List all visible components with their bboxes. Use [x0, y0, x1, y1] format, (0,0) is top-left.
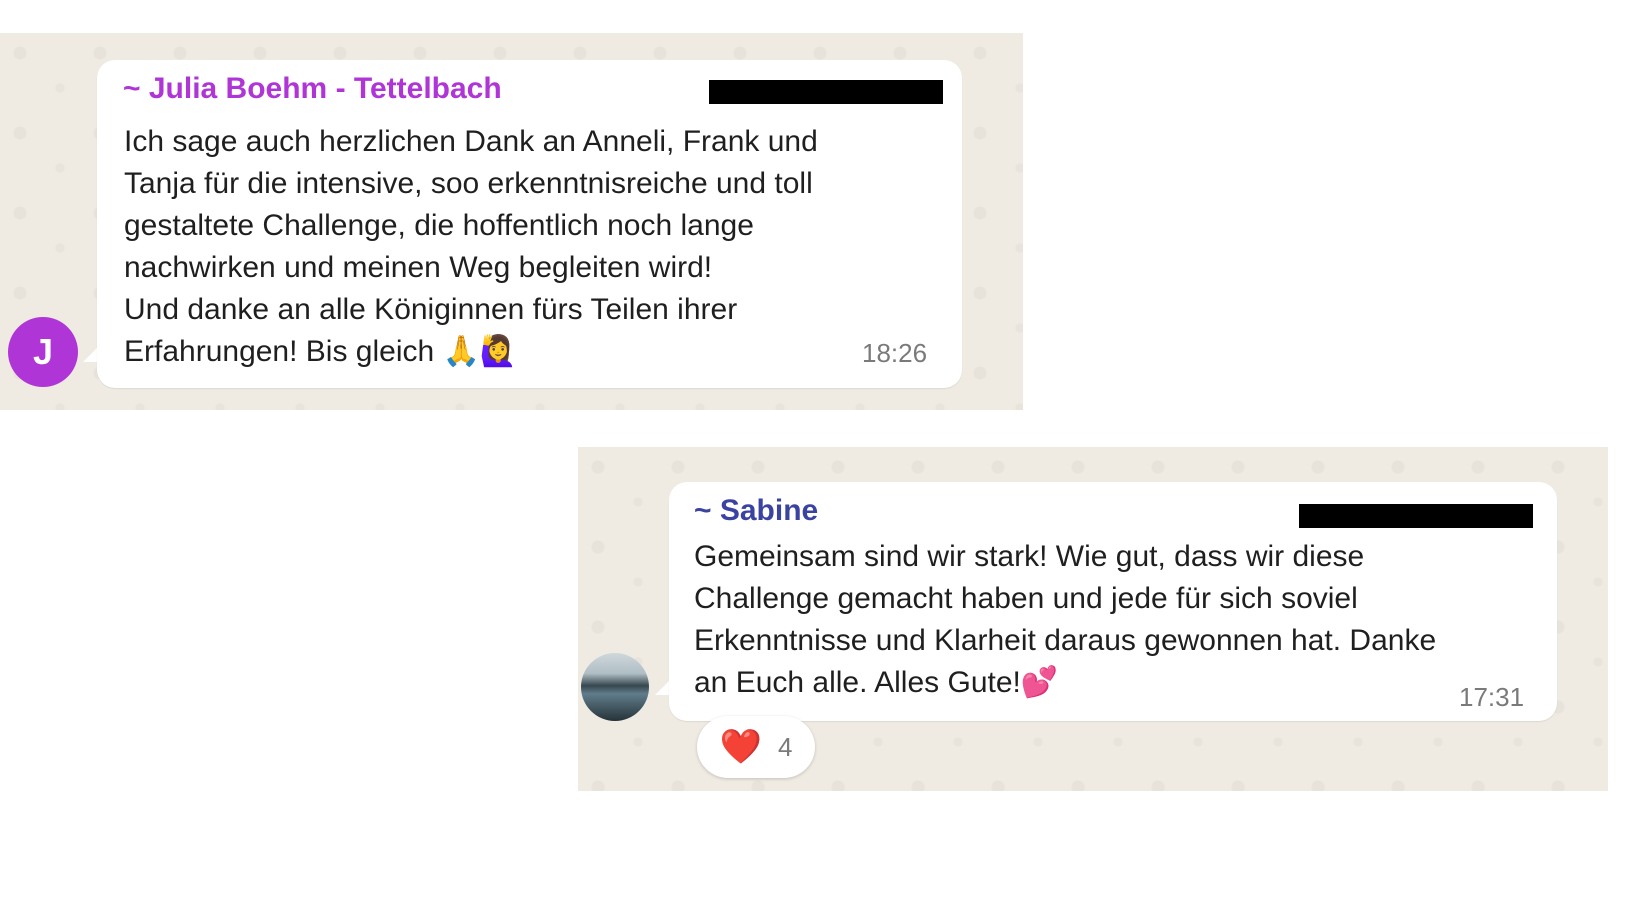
- message-line: Gemeinsam sind wir stark! Wie gut, dass …: [694, 540, 1365, 573]
- message-bubble[interactable]: ~ Sabine Gemeinsam sind wir stark! Wie g…: [669, 482, 1557, 721]
- heart-icon: ❤️: [719, 727, 762, 767]
- message-text: Ich sage auch herzlichen Dank an Anneli,…: [124, 121, 818, 373]
- redacted-phone-number: [1299, 504, 1533, 528]
- chat-panel-sabine: ~ Sabine Gemeinsam sind wir stark! Wie g…: [578, 447, 1608, 791]
- message-text: Gemeinsam sind wir stark! Wie gut, dass …: [694, 536, 1436, 704]
- message-timestamp: 17:31: [1459, 682, 1525, 712]
- message-line: Und danke an alle Königinnen fürs Teilen…: [124, 293, 738, 326]
- message-line: nachwirken und meinen Weg begleiten wird…: [124, 251, 713, 284]
- message-line: Tanja für die intensive, soo erkenntnisr…: [124, 167, 813, 200]
- message-line: Challenge gemacht haben und jede für sic…: [694, 582, 1358, 615]
- sender-name[interactable]: ~ Sabine: [694, 494, 818, 528]
- chat-panel-julia: J ~ Julia Boehm - Tettelbach Ich sage au…: [0, 33, 1023, 410]
- message-line: gestaltete Challenge, die hoffentlich no…: [124, 209, 754, 242]
- message-line: an Euch alle. Alles Gute!💕: [694, 666, 1059, 699]
- message-line: Erkenntnisse und Klarheit daraus gewonne…: [694, 624, 1437, 657]
- message-line: Erfahrungen! Bis gleich 🙏🙋‍♀️: [124, 335, 518, 368]
- avatar[interactable]: [581, 653, 649, 721]
- message-bubble[interactable]: ~ Julia Boehm - Tettelbach Ich sage auch…: [97, 60, 962, 388]
- reaction-badge[interactable]: ❤️ 4: [697, 716, 815, 778]
- avatar[interactable]: J: [8, 317, 78, 387]
- redacted-phone-number: [709, 80, 943, 104]
- reaction-count: 4: [777, 731, 793, 762]
- message-line: Ich sage auch herzlichen Dank an Anneli,…: [124, 125, 818, 158]
- message-timestamp: 18:26: [862, 338, 928, 368]
- sender-name[interactable]: ~ Julia Boehm - Tettelbach: [123, 72, 502, 106]
